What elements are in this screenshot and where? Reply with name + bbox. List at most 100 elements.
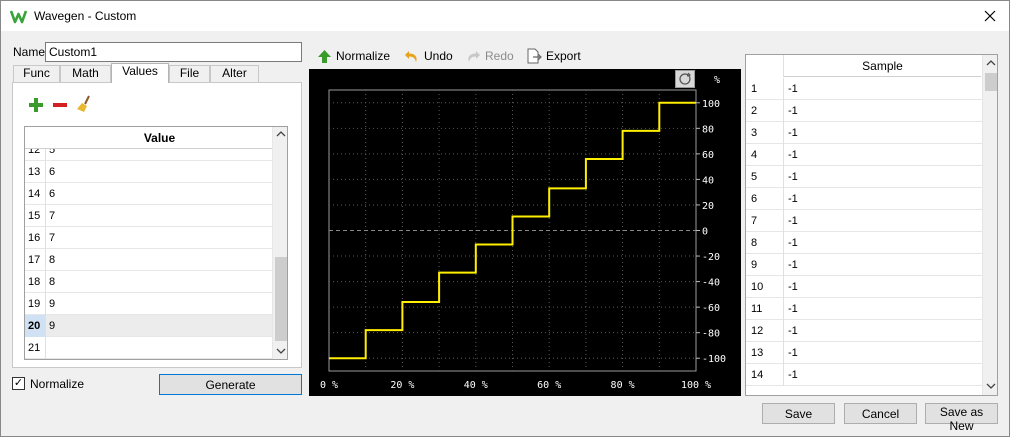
row-number: 20 bbox=[25, 315, 46, 337]
undo-button[interactable]: Undo bbox=[404, 46, 453, 66]
table-row[interactable]: 1 -1 bbox=[746, 78, 982, 100]
row-number: 10 bbox=[751, 281, 764, 293]
value-column-header-label: Value bbox=[143, 131, 176, 145]
row-value[interactable]: 8 bbox=[49, 249, 55, 271]
name-input[interactable] bbox=[45, 42, 302, 62]
row-number: 14 bbox=[751, 369, 764, 381]
row-value[interactable]: 6 bbox=[49, 161, 55, 183]
table-row[interactable]: 12 -1 bbox=[746, 320, 982, 342]
chevron-up-icon[interactable] bbox=[986, 59, 996, 67]
normalize-toolbar-button[interactable]: Normalize bbox=[317, 46, 390, 66]
close-icon[interactable] bbox=[979, 6, 1001, 26]
scrollbar-thumb[interactable] bbox=[275, 257, 287, 341]
x-tick-label: 100 % bbox=[681, 380, 711, 391]
normalize-checkbox[interactable]: ✓ bbox=[12, 377, 25, 390]
y-tick-label: 60 bbox=[702, 150, 714, 161]
waveform-plot[interactable]: 100 80 60 40 20 0 -20 -40 -60 -80 -100% 0 % 20 % 40 %… bbox=[309, 69, 741, 396]
table-row[interactable]: 15 7 bbox=[25, 205, 272, 227]
row-value[interactable]: 8 bbox=[49, 271, 55, 293]
table-row[interactable]: 16 7 bbox=[25, 227, 272, 249]
save-as-new-button[interactable]: Save as New bbox=[925, 403, 998, 433]
row-number: 1 bbox=[751, 83, 758, 95]
row-value[interactable]: -1 bbox=[783, 364, 982, 386]
values-table-header-bg: Value bbox=[25, 127, 272, 149]
remove-row-icon[interactable] bbox=[52, 97, 68, 113]
row-value[interactable]: -1 bbox=[783, 100, 982, 122]
redo-button[interactable]: Redo bbox=[465, 46, 514, 66]
normalize-label: Normalize bbox=[30, 377, 85, 391]
row-number: 11 bbox=[751, 303, 763, 315]
chevron-down-icon[interactable] bbox=[986, 382, 996, 390]
y-tick-label: 40 bbox=[702, 175, 714, 186]
table-row[interactable]: 13 -1 bbox=[746, 342, 982, 364]
table-row[interactable]: 13 6 bbox=[25, 161, 272, 183]
row-value[interactable]: 9 bbox=[49, 293, 55, 315]
chevron-down-icon[interactable] bbox=[276, 347, 286, 355]
table-row[interactable]: 8 -1 bbox=[746, 232, 982, 254]
table-row[interactable]: 7 -1 bbox=[746, 210, 982, 232]
table-row[interactable]: 17 8 bbox=[25, 249, 272, 271]
table-row[interactable]: 18 8 bbox=[25, 271, 272, 293]
row-value[interactable]: -1 bbox=[783, 232, 982, 254]
tab-math[interactable]: Math bbox=[60, 65, 111, 82]
values-table-scrollbar[interactable] bbox=[272, 127, 287, 359]
y-tick-label: -40 bbox=[702, 278, 720, 289]
tab-file[interactable]: File bbox=[169, 65, 210, 82]
y-tick-label: 100 bbox=[702, 99, 720, 110]
table-row[interactable]: 14 -1 bbox=[746, 364, 982, 386]
save-button[interactable]: Save bbox=[762, 403, 835, 424]
values-table[interactable]: Value 125 136 146 157 167 178 188 199 20… bbox=[24, 126, 288, 360]
row-value[interactable]: -1 bbox=[783, 342, 982, 364]
tab-alter[interactable]: Alter bbox=[210, 65, 259, 82]
row-value[interactable]: -1 bbox=[783, 276, 982, 298]
table-row[interactable]: 5 -1 bbox=[746, 166, 982, 188]
redo-icon bbox=[468, 50, 480, 62]
undo-icon bbox=[405, 50, 417, 62]
row-value[interactable]: -1 bbox=[783, 122, 982, 144]
table-row[interactable]: 6 -1 bbox=[746, 188, 982, 210]
table-row[interactable]: 10 -1 bbox=[746, 276, 982, 298]
tab-values[interactable]: Values bbox=[111, 63, 169, 83]
row-number: 13 bbox=[751, 347, 764, 359]
waveform-chart[interactable]: 100 80 60 40 20 0 -20 -40 -60 -80 -100% 0 % 20 % 40 %… bbox=[309, 69, 741, 396]
row-value[interactable]: -1 bbox=[783, 320, 982, 342]
row-value[interactable]: -1 bbox=[783, 210, 982, 232]
table-row[interactable]: 21 bbox=[25, 337, 272, 359]
row-value[interactable]: -1 bbox=[783, 298, 982, 320]
clear-broom-icon[interactable] bbox=[76, 95, 93, 113]
row-value[interactable]: -1 bbox=[783, 188, 982, 210]
table-row[interactable]: 4 -1 bbox=[746, 144, 982, 166]
table-row[interactable]: 14 6 bbox=[25, 183, 272, 205]
row-number: 19 bbox=[25, 293, 46, 315]
y-tick-label: -20 bbox=[702, 252, 720, 263]
row-value[interactable]: -1 bbox=[783, 166, 982, 188]
add-row-icon[interactable] bbox=[28, 97, 44, 113]
row-value[interactable]: 7 bbox=[49, 227, 55, 249]
table-row[interactable]: 3 -1 bbox=[746, 122, 982, 144]
row-value[interactable]: -1 bbox=[783, 254, 982, 276]
tab-func[interactable]: Func bbox=[13, 65, 60, 82]
row-value[interactable]: 6 bbox=[49, 183, 55, 205]
table-row-selected[interactable]: 20 9 bbox=[25, 315, 272, 337]
name-label: Name: bbox=[13, 45, 49, 59]
export-button[interactable]: Export bbox=[526, 46, 581, 66]
row-value[interactable]: -1 bbox=[783, 78, 982, 100]
table-row[interactable]: 9 -1 bbox=[746, 254, 982, 276]
table-row[interactable]: 2 -1 bbox=[746, 100, 982, 122]
scrollbar-thumb[interactable] bbox=[985, 73, 997, 91]
sample-table[interactable]: Sample 1 -1 2 -1 3 -1 4 -1 5 -1 6 -1 7 -1 8 -1 9… bbox=[745, 54, 998, 396]
table-row[interactable]: 19 9 bbox=[25, 293, 272, 315]
sample-table-scrollbar[interactable] bbox=[982, 55, 997, 395]
row-value[interactable]: 9 bbox=[49, 315, 55, 337]
x-tick-label: 20 % bbox=[390, 380, 414, 391]
row-value[interactable]: 7 bbox=[49, 205, 55, 227]
generate-button[interactable]: Generate bbox=[159, 374, 302, 395]
plot-reset-zoom-icon[interactable] bbox=[675, 70, 695, 88]
row-number: 21 bbox=[25, 337, 46, 359]
row-number: 7 bbox=[751, 215, 758, 227]
cancel-button[interactable]: Cancel bbox=[844, 403, 917, 424]
table-row[interactable]: 11 -1 bbox=[746, 298, 982, 320]
row-value[interactable]: -1 bbox=[783, 144, 982, 166]
normalize-toolbar-label: Normalize bbox=[336, 49, 391, 63]
chevron-up-icon[interactable] bbox=[276, 130, 286, 138]
